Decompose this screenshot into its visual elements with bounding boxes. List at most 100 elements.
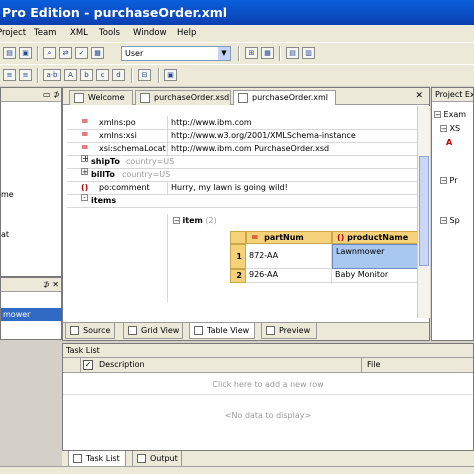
cell-productname[interactable]: Baby Monitor (332, 269, 418, 283)
tab-table-view[interactable]: Table View (189, 323, 255, 339)
tab-task-list[interactable]: Task List (68, 451, 126, 467)
table-icon[interactable]: ▦ (261, 47, 274, 59)
attr-value[interactable]: http://www.w3.org/2001/XMLSchema-instanc… (167, 129, 356, 142)
tree-item-xs[interactable]: − XS (440, 122, 460, 135)
menu-xml[interactable]: XML (70, 25, 88, 42)
check-icon[interactable]: ✓ (75, 47, 88, 59)
attribute-icon: = (81, 143, 89, 153)
grid-row-comment[interactable]: () po:comment Hurry, my lawn is going wi… (67, 181, 417, 195)
collapse-icon[interactable]: − (440, 217, 447, 225)
grid-row-billto[interactable]: + billTo country=US (67, 168, 417, 182)
text-c-icon[interactable]: c (96, 69, 109, 81)
editor-scrollbar[interactable] (417, 106, 430, 318)
editor-tabstrip: Welcome purchaseOrder.xsd purchaseOrder.… (63, 88, 429, 105)
collapse-icon[interactable]: − (440, 125, 447, 133)
checkbox-icon[interactable]: ✓ (83, 360, 93, 370)
paste-icon[interactable]: ▤ (3, 47, 16, 59)
grid-row-shipto[interactable]: + shipTo country=US (67, 155, 417, 169)
divider (63, 394, 473, 395)
tab-welcome[interactable]: Welcome (69, 90, 133, 105)
cell-partnum[interactable]: 872-AA (246, 244, 332, 269)
item-table: − item (2) = partNum () productName 1 87… (167, 214, 418, 302)
header-productname[interactable]: () productName (332, 231, 418, 244)
tab-label: Task List (86, 454, 120, 463)
grid-row-xmlns-po[interactable]: = xmlns:po http://www.ibm.com (67, 116, 417, 130)
grid-row-xmlns-xsi[interactable]: = xmlns:xsi http://www.w3.org/2001/XMLSc… (67, 129, 417, 143)
collapse-icon[interactable]: − (434, 111, 441, 119)
column-divider (361, 358, 362, 372)
tab-grid-view[interactable]: Grid View (123, 323, 183, 339)
editor-area: Welcome purchaseOrder.xsd purchaseOrder.… (62, 87, 430, 341)
collapse-icon[interactable]: − (173, 217, 180, 225)
collapse-icon[interactable]: − (440, 177, 447, 185)
attribute-icon: = (81, 130, 89, 140)
tab-output[interactable]: Output (132, 451, 182, 467)
column-file[interactable]: File (367, 360, 380, 369)
element-hint: country=US (122, 170, 171, 179)
tree-item-a[interactable]: A (446, 136, 452, 149)
tab-source[interactable]: Source (65, 323, 115, 339)
cell-productname-selected[interactable]: Lawnmower (332, 244, 418, 269)
tree-item-pr[interactable]: − Pr (440, 174, 458, 187)
expand-icon[interactable]: + (81, 168, 88, 176)
header-label: partNum (264, 233, 304, 242)
toolbar-format: ≡ ≡ a·b A b c d ⊟ ▣ (0, 64, 474, 86)
layout-icon[interactable]: ▤ (286, 47, 299, 59)
row-index[interactable]: 2 (230, 269, 246, 283)
tab-purchaseorder-xml[interactable]: purchaseOrder.xml (233, 90, 336, 105)
replace-icon[interactable]: ⇄ (59, 47, 72, 59)
tab-purchaseorder-xsd[interactable]: purchaseOrder.xsd (135, 90, 231, 105)
tree-label: XS (449, 124, 461, 133)
left-panel-header: ▭ ⊅ ✕ (1, 88, 61, 102)
item-table-header[interactable]: − item (2) (173, 214, 233, 227)
grid-icon[interactable]: ⊞ (245, 47, 258, 59)
tab-label: Table View (207, 326, 250, 335)
tab-label: Preview (279, 326, 311, 335)
menu-team[interactable]: Team (34, 25, 56, 42)
tab-preview[interactable]: Preview (261, 323, 317, 339)
user-combo[interactable]: User ▼ (121, 46, 231, 61)
row-index[interactable]: 1 (230, 244, 246, 269)
filter-icon[interactable]: ⊟ (138, 69, 151, 81)
comment-value[interactable]: Hurry, my lawn is going wild! (167, 181, 288, 194)
sort-ab-icon[interactable]: a·b (43, 69, 61, 81)
attr-value[interactable]: http://www.ibm.com (167, 116, 252, 129)
left-panel-fragment-2: at (1, 230, 10, 239)
tree-item-exam[interactable]: − Exam (434, 108, 466, 121)
column-description[interactable]: Description (99, 360, 145, 369)
text-d-icon[interactable]: d (112, 69, 125, 81)
left-panel: ▭ ⊅ ✕ me at (0, 87, 62, 277)
close-icon[interactable]: ✕ (415, 91, 423, 101)
pin-icon[interactable]: ⊅ ✕ (43, 280, 59, 289)
text-a-icon[interactable]: A (64, 69, 77, 81)
align-right-icon[interactable]: ≡ (19, 69, 32, 81)
tab-label: Welcome (88, 93, 125, 102)
validate-icon[interactable]: ▦ (91, 47, 104, 59)
toolbar-main: ▤ ▣ ⌕ ⇄ ✓ ▦ User ▼ ⊞ ▦ ▤ ▥ (0, 42, 474, 64)
menu-tools[interactable]: Tools (99, 25, 120, 42)
columns-icon[interactable]: ▥ (302, 47, 315, 59)
find-icon[interactable]: ⌕ (43, 47, 56, 59)
menu-window[interactable]: Window (133, 25, 167, 42)
left-bottom-item[interactable]: mower (1, 308, 63, 321)
content-icon: () (337, 233, 345, 242)
menu-help[interactable]: Help (177, 25, 196, 42)
tree-item-sp[interactable]: − Sp (440, 214, 460, 227)
attr-value[interactable]: http://www.ibm.com PurchaseOrder.xsd (167, 142, 329, 155)
menu-project[interactable]: Project (0, 25, 26, 42)
text-b-icon[interactable]: b (80, 69, 93, 81)
add-row-hint[interactable]: Click here to add a new row (63, 380, 473, 389)
cell-partnum[interactable]: 926-AA (246, 269, 332, 283)
chevron-down-icon[interactable]: ▼ (218, 47, 230, 60)
collapse-icon[interactable]: - (81, 194, 88, 202)
header-partnum[interactable]: = partNum (246, 231, 332, 244)
scrollbar-thumb[interactable] (419, 156, 429, 266)
pin-icon[interactable]: ▭ ⊅ ✕ (43, 90, 61, 99)
options-icon[interactable]: ▣ (164, 69, 177, 81)
grid-row-schemalocation[interactable]: = xsi:schemaLocat http://www.ibm.com Pur… (67, 142, 417, 156)
attribute-icon: = (81, 117, 89, 127)
copy-icon[interactable]: ▣ (19, 47, 32, 59)
align-left-icon[interactable]: ≡ (3, 69, 16, 81)
expand-icon[interactable]: + (81, 155, 89, 163)
grid-row-items[interactable]: - items (67, 194, 417, 207)
